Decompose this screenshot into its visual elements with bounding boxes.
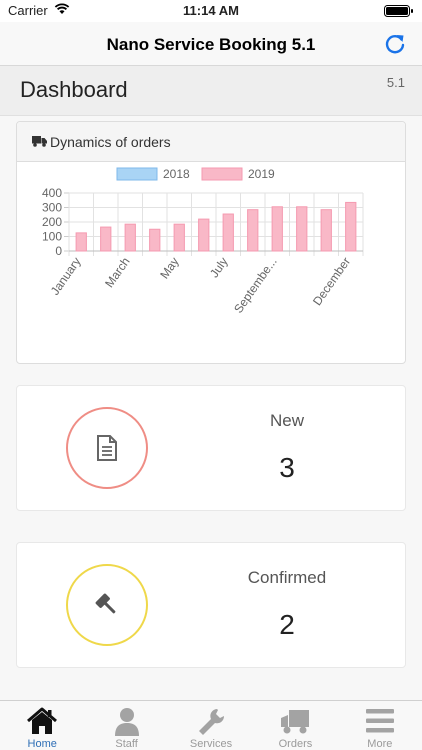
stat-label-confirmed: Confirmed xyxy=(247,568,327,587)
battery-icon xyxy=(384,5,413,17)
y-tick-label: 0 xyxy=(55,244,62,258)
truck-icon xyxy=(32,136,47,147)
bar-2019-july xyxy=(222,213,234,252)
tab-label-orders: Orders xyxy=(278,738,313,750)
panel-heading: Dynamics of orders xyxy=(17,122,405,162)
legend-swatch-2018 xyxy=(116,167,158,181)
user-icon xyxy=(114,708,139,736)
tab-home[interactable]: Home xyxy=(0,701,84,750)
refresh-icon[interactable] xyxy=(382,31,408,57)
tab-bar: Home Staff Services Orders More xyxy=(0,700,422,750)
page-title: Dashboard xyxy=(20,77,128,102)
orders-bar-chart: 2018 2019 4003002001000January March May July… xyxy=(42,167,364,316)
bar-2019-september xyxy=(271,206,283,252)
bar-2019-april xyxy=(149,228,161,252)
gavel-icon xyxy=(95,593,116,614)
app-title: Nano Service Booking 5.1 xyxy=(106,35,316,54)
bar-2019-january xyxy=(75,232,87,252)
tab-more[interactable]: More xyxy=(338,701,422,750)
page-header: Dashboard 5.1 xyxy=(0,66,422,116)
clock: 11:14 AM xyxy=(183,3,239,18)
tab-label-home: Home xyxy=(27,738,57,750)
status-bar: Carrier 11:14 AM xyxy=(0,0,422,22)
new-orders-ring xyxy=(66,407,148,489)
stat-count-confirmed: 2 xyxy=(279,609,295,640)
bar-2019-november xyxy=(320,209,332,252)
x-tick-label: Septembe... xyxy=(231,255,280,316)
legend-label-2018: 2018 xyxy=(163,167,190,181)
wrench-icon xyxy=(199,709,225,735)
y-tick-label: 100 xyxy=(42,230,62,244)
navigation-bar: Nano Service Booking 5.1 xyxy=(0,22,422,66)
y-tick-label: 300 xyxy=(42,201,62,215)
stat-count-new: 3 xyxy=(279,452,295,483)
x-tick-label: March xyxy=(102,255,133,290)
x-tick-label: January xyxy=(48,255,84,298)
bar-2019-february xyxy=(100,226,112,252)
x-tick-label: December xyxy=(310,255,353,308)
new-orders-card[interactable]: New 3 xyxy=(16,385,406,511)
legend-label-2019: 2019 xyxy=(248,167,275,181)
tab-label-more: More xyxy=(367,738,393,750)
dashboard-content: Dynamics of orders 2018 2019 400 300 200 100 0… xyxy=(0,116,422,700)
menu-icon xyxy=(365,709,394,733)
legend-swatch-2019 xyxy=(201,167,243,181)
truck-icon xyxy=(281,710,310,734)
panel-title: Dynamics of orders xyxy=(50,133,171,150)
bar-2019-june xyxy=(198,218,210,252)
x-tick-label: May xyxy=(157,255,181,282)
confirmed-orders-card[interactable]: Confirmed 2 xyxy=(16,542,406,668)
stat-label-new: New xyxy=(269,411,304,430)
tab-services[interactable]: Services xyxy=(169,701,253,750)
tab-label-staff: Staff xyxy=(115,738,138,750)
tab-staff[interactable]: Staff xyxy=(84,701,168,750)
home-icon xyxy=(27,707,58,734)
x-tick-label: July xyxy=(207,255,231,281)
document-icon xyxy=(97,435,117,461)
tab-label-services: Services xyxy=(189,738,233,750)
version-label: 5.1 xyxy=(386,75,405,90)
bar-2019-october xyxy=(296,206,308,252)
confirmed-orders-ring xyxy=(66,564,148,646)
bar-2019-december xyxy=(345,201,357,252)
orders-chart-panel: Dynamics of orders 2018 2019 400 300 200 100 0… xyxy=(16,121,406,364)
tab-orders[interactable]: Orders xyxy=(253,701,337,750)
bar-2019-august xyxy=(247,209,259,252)
y-tick-label: 200 xyxy=(42,215,62,229)
bar-2019-may xyxy=(173,223,185,252)
y-tick-label: 400 xyxy=(42,186,62,200)
bar-2019-march xyxy=(124,223,136,252)
